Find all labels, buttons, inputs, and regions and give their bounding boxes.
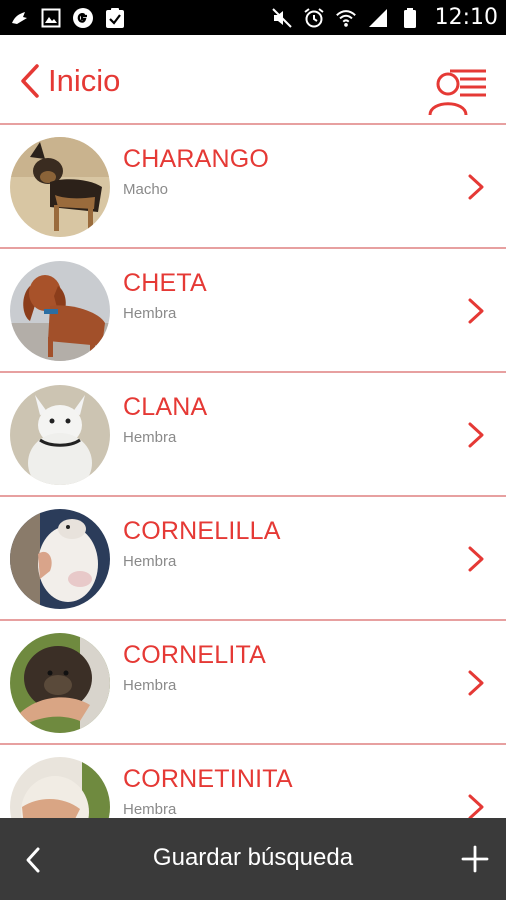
pet-name: CHARANGO — [123, 145, 270, 173]
profile-list-button[interactable] — [426, 65, 488, 117]
chevron-right-icon — [468, 298, 484, 324]
avatar — [10, 509, 110, 609]
signal-icon — [367, 7, 389, 29]
alarm-icon — [303, 7, 325, 29]
pet-sex: Hembra — [123, 429, 177, 446]
save-search-button[interactable]: Guardar búsqueda — [0, 844, 506, 872]
avatar — [10, 137, 110, 237]
pet-sex: Macho — [123, 181, 169, 198]
chevron-right-icon — [468, 794, 484, 820]
chevron-right-icon — [468, 174, 484, 200]
pet-list: CHARANGO Macho CHETA Hembra CLANA Hembra… — [0, 125, 506, 869]
chevron-right-icon — [468, 546, 484, 572]
add-icon[interactable] — [460, 844, 490, 874]
pet-name: CORNETINITA — [123, 765, 293, 793]
mute-icon — [271, 7, 293, 29]
list-item[interactable]: CORNELITA Hembra — [0, 621, 506, 745]
pet-name: CHETA — [123, 269, 207, 297]
list-item[interactable]: CHARANGO Macho — [0, 125, 506, 249]
chevron-left-icon — [21, 64, 39, 98]
chevron-right-icon — [468, 422, 484, 448]
avatar — [10, 261, 110, 361]
pet-sex: Hembra — [123, 305, 177, 322]
clipboard-check-icon — [104, 7, 126, 29]
avatar — [10, 385, 110, 485]
list-item[interactable]: CORNELILLA Hembra — [0, 497, 506, 621]
user-list-icon — [428, 69, 486, 116]
back-label: Inicio — [48, 63, 121, 98]
list-item[interactable]: CLANA Hembra — [0, 373, 506, 497]
back-button[interactable]: Inicio — [20, 63, 120, 99]
clock: 12:10 — [434, 5, 498, 30]
list-item[interactable]: CHETA Hembra — [0, 249, 506, 373]
avatar — [10, 633, 110, 733]
pet-name: CORNELITA — [123, 641, 267, 669]
pet-sex: Hembra — [123, 801, 177, 818]
status-bar: 12:10 — [0, 0, 506, 35]
battery-icon — [399, 7, 421, 29]
notification-icon — [8, 7, 30, 29]
pet-name: CLANA — [123, 393, 208, 421]
wifi-icon — [335, 7, 357, 29]
image-icon — [40, 7, 62, 29]
bottom-bar: Guardar búsqueda — [0, 818, 506, 900]
pet-sex: Hembra — [123, 553, 177, 570]
google-icon — [72, 7, 94, 29]
pet-name: CORNELILLA — [123, 517, 281, 545]
pet-sex: Hembra — [123, 677, 177, 694]
chevron-right-icon — [468, 670, 484, 696]
top-bar: Inicio — [0, 35, 506, 125]
